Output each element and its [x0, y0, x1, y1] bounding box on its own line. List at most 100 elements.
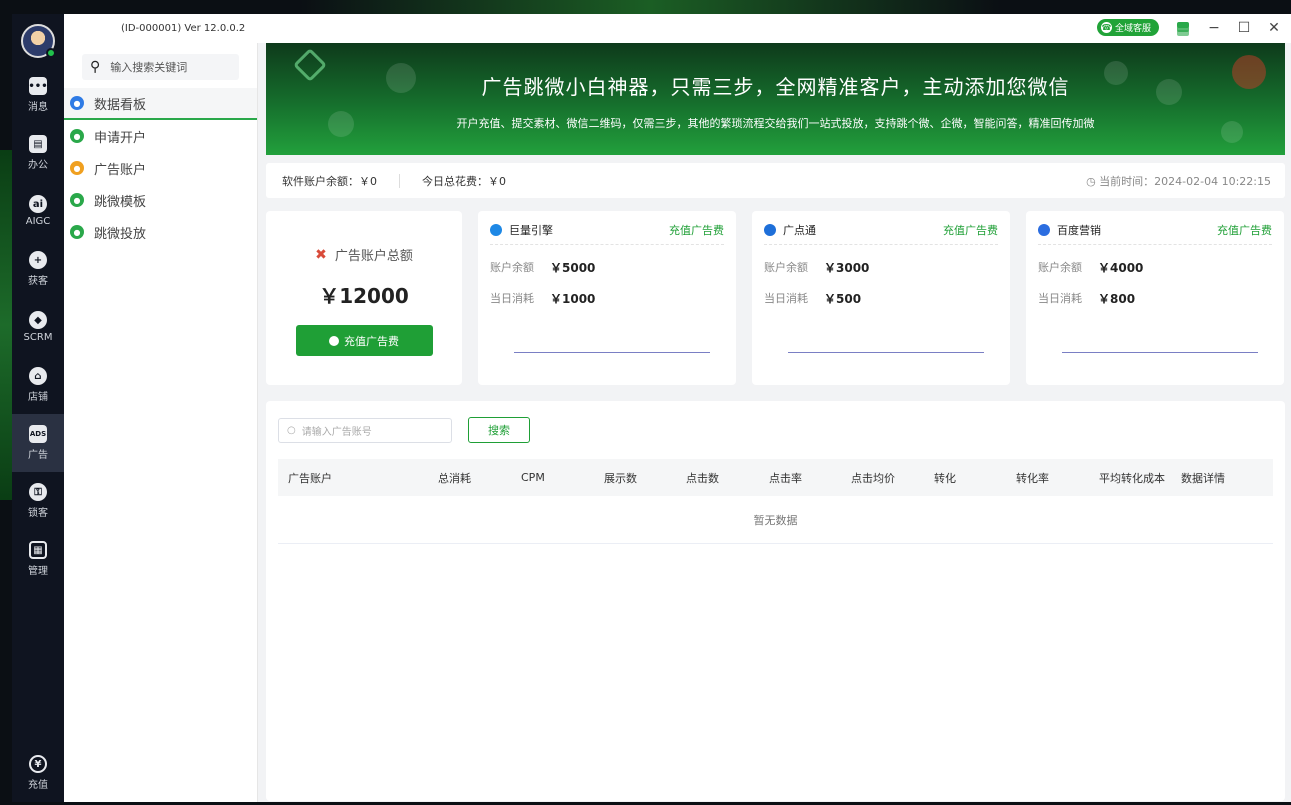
ad-account-search-placeholder: 请输入广告账号 — [301, 426, 372, 438]
spend-label: 当日消耗 — [764, 292, 808, 305]
trend-line — [1062, 352, 1258, 353]
balance-value: ￥3000 — [824, 261, 870, 275]
empty-state: 暂无数据 — [278, 496, 1273, 544]
table-header: 广告账户 总消耗 CPM 展示数 点击数 点击率 点击均价 转化 转化率 平均转… — [278, 459, 1273, 496]
nav-item-apply-account[interactable]: ● 申请开户 — [64, 120, 257, 152]
guangdiantong-logo-icon — [764, 223, 776, 236]
clock-icon: ◷ — [1086, 174, 1100, 188]
juliang-logo-icon — [490, 223, 502, 236]
banner-title: 广告跳微小白神器，只需三步，全网精准客户，主动添加您微信 — [481, 75, 1070, 99]
column-header[interactable]: 数据详情 — [1181, 470, 1251, 486]
rail-item-lock[interactable]: ⚿ 锁客 — [12, 472, 64, 530]
rail-label: 管理 — [28, 566, 48, 577]
online-status-dot — [46, 48, 56, 58]
wechat-icon: ● — [70, 225, 84, 239]
recharge-ad-label: 充值广告费 — [344, 334, 399, 348]
shop-icon: ⌂ — [29, 367, 47, 385]
column-header[interactable]: 广告账户 — [278, 470, 438, 486]
ai-icon: ai — [29, 195, 47, 213]
rail-item-shop[interactable]: ⌂ 店铺 — [12, 356, 64, 414]
search-icon: ○ — [287, 424, 296, 436]
column-header[interactable]: 点击数 — [686, 470, 769, 486]
column-header[interactable]: 平均转化成本 — [1099, 470, 1181, 486]
today-spend: 今日总花费：￥0 — [422, 174, 506, 188]
app-rail: ••• 消息 ▤ 办公 ai AIGC + 获客 ◆ SCRM ⌂ 店铺 ADS 广告 ⚿ 锁客… — [12, 14, 64, 802]
nav-search-input[interactable]: ⚲ 输入搜索关键词 — [82, 54, 239, 80]
rail-item-recharge[interactable]: ¥ 充值 — [12, 744, 64, 802]
rail-item-scrm[interactable]: ◆ SCRM — [12, 298, 64, 356]
rail-label: 获客 — [28, 276, 48, 287]
nav-search-placeholder: 输入搜索关键词 — [110, 61, 188, 74]
rail-label: SCRM — [23, 332, 53, 343]
customer-service-button[interactable]: ☎ 全域客服 — [1096, 19, 1159, 36]
rail-item-acquire[interactable]: + 获客 — [12, 240, 64, 298]
balance-label: 账户余额 — [1038, 261, 1082, 274]
account-icon: ● — [70, 161, 84, 175]
customer-service-label: 全域客服 — [1114, 24, 1151, 34]
nav-item-jump-delivery[interactable]: ● 跳微投放 — [64, 216, 257, 248]
avatar[interactable] — [21, 24, 56, 58]
nav-item-jump-template[interactable]: ● 跳微模板 — [64, 184, 257, 216]
column-header[interactable]: 展示数 — [604, 470, 686, 486]
column-header[interactable]: 转化 — [934, 470, 1016, 486]
balance-value: ￥5000 — [550, 261, 596, 275]
platform-card-baidu: 百度营销 充值广告费 账户余额 ￥4000 当日消耗 ￥800 — [1026, 211, 1284, 385]
baidu-logo-icon — [1038, 223, 1050, 236]
rail-item-messages[interactable]: ••• 消息 — [12, 66, 64, 124]
rail-label: 锁客 — [28, 508, 48, 519]
recharge-ad-button[interactable]: 充值广告费 — [295, 325, 433, 356]
balance-value: ￥4000 — [1098, 261, 1144, 275]
total-icon: ✖ — [315, 246, 327, 263]
platform-card-juliang: 巨量引擎 充值广告费 账户余额 ￥5000 当日消耗 ￥1000 — [478, 211, 736, 385]
rail-label: 办公 — [28, 160, 48, 171]
minimize-icon[interactable]: − — [1207, 20, 1221, 36]
column-header[interactable]: CPM — [521, 471, 604, 484]
nav-item-label: 广告账户 — [94, 162, 147, 178]
search-button[interactable]: 搜索 — [468, 417, 530, 443]
trend-line — [514, 352, 710, 353]
office-icon: ▤ — [29, 135, 47, 153]
recharge-link[interactable]: 充值广告费 — [669, 222, 724, 238]
spend-label: 当日消耗 — [1038, 292, 1082, 305]
info-bar: 软件账户余额：￥0 今日总花费：￥0 ◷ 当前时间：2024-02-04 10:… — [266, 163, 1285, 198]
side-nav: ⚲ 输入搜索关键词 ● 数据看板 ● 申请开户 ● 广告账户 ● 跳微模板 ● 跳微投放 — [64, 43, 258, 802]
rail-label: 广告 — [28, 450, 48, 461]
recharge-link[interactable]: 充值广告费 — [1217, 222, 1272, 238]
nav-item-ad-accounts[interactable]: ● 广告账户 — [64, 152, 257, 184]
trend-line — [788, 352, 984, 353]
rail-item-ads[interactable]: ADS 广告 — [12, 414, 64, 472]
maximize-icon[interactable]: ☐ — [1237, 20, 1251, 36]
total-amount: ￥12000 — [319, 284, 409, 308]
rail-label: 消息 — [28, 102, 48, 113]
rail-item-manage[interactable]: ▦ 管理 — [12, 530, 64, 588]
column-header[interactable]: 点击率 — [769, 470, 851, 486]
column-header[interactable]: 转化率 — [1016, 470, 1099, 486]
total-label: 广告账户总额 — [334, 249, 413, 264]
rail-item-office[interactable]: ▤ 办公 — [12, 124, 64, 182]
chat-icon: ••• — [28, 77, 48, 95]
user-add-icon: + — [29, 251, 47, 269]
column-header[interactable]: 点击均价 — [851, 470, 934, 486]
close-icon[interactable]: ✕ — [1267, 20, 1281, 36]
nav-item-label: 跳微模板 — [94, 194, 147, 210]
platform-name: 百度营销 — [1057, 223, 1101, 237]
yen-icon: ¥ — [29, 755, 47, 773]
ad-account-search-input[interactable]: ○ 请输入广告账号 — [278, 417, 452, 443]
total-balance-card: ✖ 广告账户总额 ￥12000 充值广告费 — [266, 211, 462, 385]
nav-item-dashboard[interactable]: ● 数据看板 — [64, 88, 257, 120]
column-header[interactable]: 总消耗 — [438, 470, 521, 486]
rail-item-aigc[interactable]: ai AIGC — [12, 182, 64, 240]
grid-icon: ▦ — [29, 541, 47, 559]
nav-item-label: 跳微投放 — [94, 226, 147, 242]
balance-label: 账户余额 — [490, 261, 534, 274]
divider — [399, 173, 400, 188]
software-balance: 软件账户余额：￥0 — [282, 174, 377, 188]
layers-icon[interactable] — [1175, 20, 1191, 36]
balance-label: 账户余额 — [764, 261, 808, 274]
platform-card-guangdiantong: 广点通 充值广告费 账户余额 ￥3000 当日消耗 ￥500 — [752, 211, 1010, 385]
recharge-link[interactable]: 充值广告费 — [943, 222, 998, 238]
rail-label: AIGC — [25, 216, 51, 227]
main-content: 广告跳微小白神器，只需三步，全网精准客户，主动添加您微信 开户充值、提交素材、微… — [266, 43, 1285, 801]
headset-icon: ☎ — [1100, 22, 1112, 33]
ads-icon: ADS — [29, 425, 47, 443]
